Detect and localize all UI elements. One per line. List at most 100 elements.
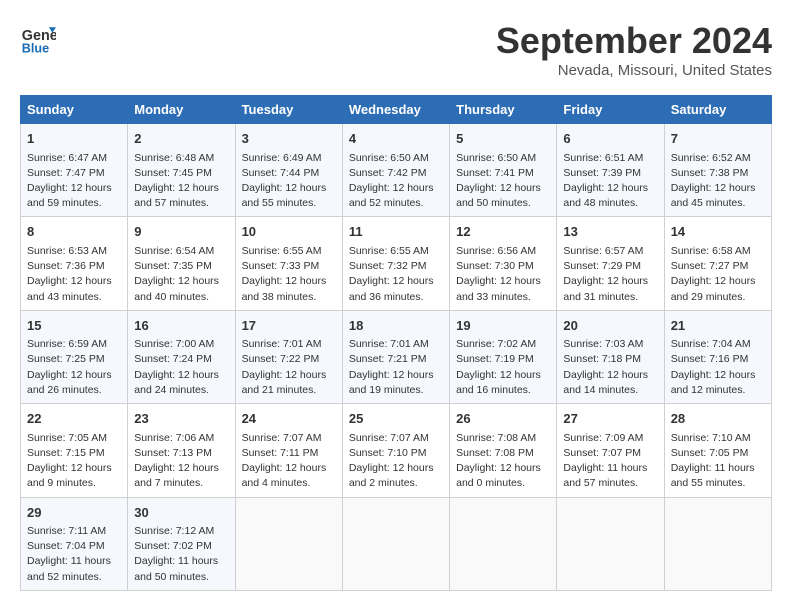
calendar-day-cell: 24Sunrise: 7:07 AM Sunset: 7:11 PM Dayli… — [235, 404, 342, 497]
calendar-day-cell: 9Sunrise: 6:54 AM Sunset: 7:35 PM Daylig… — [128, 217, 235, 310]
calendar-header: Sunday Monday Tuesday Wednesday Thursday… — [21, 96, 772, 124]
day-number: 28 — [671, 409, 765, 429]
calendar-day-cell: 21Sunrise: 7:04 AM Sunset: 7:16 PM Dayli… — [664, 310, 771, 403]
calendar-week-row: 1Sunrise: 6:47 AM Sunset: 7:47 PM Daylig… — [21, 124, 772, 217]
calendar-day-cell — [450, 497, 557, 590]
day-number: 16 — [134, 316, 228, 336]
day-detail: Sunrise: 7:01 AM Sunset: 7:22 PM Dayligh… — [242, 337, 336, 398]
day-detail: Sunrise: 7:00 AM Sunset: 7:24 PM Dayligh… — [134, 337, 228, 398]
day-number: 11 — [349, 222, 443, 242]
calendar-week-row: 15Sunrise: 6:59 AM Sunset: 7:25 PM Dayli… — [21, 310, 772, 403]
day-detail: Sunrise: 7:02 AM Sunset: 7:19 PM Dayligh… — [456, 337, 550, 398]
day-number: 12 — [456, 222, 550, 242]
day-detail: Sunrise: 7:07 AM Sunset: 7:11 PM Dayligh… — [242, 431, 336, 492]
col-friday: Friday — [557, 96, 664, 124]
calendar-body: 1Sunrise: 6:47 AM Sunset: 7:47 PM Daylig… — [21, 124, 772, 591]
calendar-day-cell: 13Sunrise: 6:57 AM Sunset: 7:29 PM Dayli… — [557, 217, 664, 310]
day-number: 14 — [671, 222, 765, 242]
day-detail: Sunrise: 6:59 AM Sunset: 7:25 PM Dayligh… — [27, 337, 121, 398]
calendar-day-cell: 4Sunrise: 6:50 AM Sunset: 7:42 PM Daylig… — [342, 124, 449, 217]
day-detail: Sunrise: 7:07 AM Sunset: 7:10 PM Dayligh… — [349, 431, 443, 492]
calendar-day-cell: 19Sunrise: 7:02 AM Sunset: 7:19 PM Dayli… — [450, 310, 557, 403]
col-sunday: Sunday — [21, 96, 128, 124]
day-number: 19 — [456, 316, 550, 336]
day-detail: Sunrise: 6:47 AM Sunset: 7:47 PM Dayligh… — [27, 151, 121, 212]
day-detail: Sunrise: 6:50 AM Sunset: 7:41 PM Dayligh… — [456, 151, 550, 212]
day-detail: Sunrise: 7:11 AM Sunset: 7:04 PM Dayligh… — [27, 524, 121, 585]
calendar-title: September 2024 — [496, 20, 772, 62]
day-number: 21 — [671, 316, 765, 336]
day-number: 9 — [134, 222, 228, 242]
calendar-day-cell: 12Sunrise: 6:56 AM Sunset: 7:30 PM Dayli… — [450, 217, 557, 310]
day-detail: Sunrise: 6:57 AM Sunset: 7:29 PM Dayligh… — [563, 244, 657, 305]
day-detail: Sunrise: 6:50 AM Sunset: 7:42 PM Dayligh… — [349, 151, 443, 212]
calendar-day-cell: 6Sunrise: 6:51 AM Sunset: 7:39 PM Daylig… — [557, 124, 664, 217]
calendar-day-cell: 17Sunrise: 7:01 AM Sunset: 7:22 PM Dayli… — [235, 310, 342, 403]
logo: General Blue — [20, 20, 56, 56]
day-detail: Sunrise: 6:53 AM Sunset: 7:36 PM Dayligh… — [27, 244, 121, 305]
col-saturday: Saturday — [664, 96, 771, 124]
calendar-day-cell: 22Sunrise: 7:05 AM Sunset: 7:15 PM Dayli… — [21, 404, 128, 497]
calendar-table: Sunday Monday Tuesday Wednesday Thursday… — [20, 95, 772, 591]
day-detail: Sunrise: 6:51 AM Sunset: 7:39 PM Dayligh… — [563, 151, 657, 212]
day-detail: Sunrise: 7:01 AM Sunset: 7:21 PM Dayligh… — [349, 337, 443, 398]
day-number: 17 — [242, 316, 336, 336]
calendar-day-cell: 28Sunrise: 7:10 AM Sunset: 7:05 PM Dayli… — [664, 404, 771, 497]
day-number: 26 — [456, 409, 550, 429]
day-detail: Sunrise: 6:52 AM Sunset: 7:38 PM Dayligh… — [671, 151, 765, 212]
day-number: 25 — [349, 409, 443, 429]
day-number: 10 — [242, 222, 336, 242]
calendar-day-cell: 7Sunrise: 6:52 AM Sunset: 7:38 PM Daylig… — [664, 124, 771, 217]
day-number: 4 — [349, 129, 443, 149]
day-number: 24 — [242, 409, 336, 429]
svg-text:Blue: Blue — [22, 41, 49, 55]
page-header: General Blue September 2024 Nevada, Miss… — [20, 20, 772, 79]
day-number: 2 — [134, 129, 228, 149]
calendar-day-cell: 5Sunrise: 6:50 AM Sunset: 7:41 PM Daylig… — [450, 124, 557, 217]
day-detail: Sunrise: 7:03 AM Sunset: 7:18 PM Dayligh… — [563, 337, 657, 398]
calendar-day-cell: 30Sunrise: 7:12 AM Sunset: 7:02 PM Dayli… — [128, 497, 235, 590]
col-thursday: Thursday — [450, 96, 557, 124]
calendar-day-cell: 29Sunrise: 7:11 AM Sunset: 7:04 PM Dayli… — [21, 497, 128, 590]
calendar-day-cell: 20Sunrise: 7:03 AM Sunset: 7:18 PM Dayli… — [557, 310, 664, 403]
day-number: 18 — [349, 316, 443, 336]
day-number: 22 — [27, 409, 121, 429]
day-number: 13 — [563, 222, 657, 242]
day-detail: Sunrise: 6:48 AM Sunset: 7:45 PM Dayligh… — [134, 151, 228, 212]
calendar-day-cell: 2Sunrise: 6:48 AM Sunset: 7:45 PM Daylig… — [128, 124, 235, 217]
calendar-day-cell: 3Sunrise: 6:49 AM Sunset: 7:44 PM Daylig… — [235, 124, 342, 217]
col-wednesday: Wednesday — [342, 96, 449, 124]
day-number: 3 — [242, 129, 336, 149]
calendar-day-cell: 18Sunrise: 7:01 AM Sunset: 7:21 PM Dayli… — [342, 310, 449, 403]
calendar-day-cell: 25Sunrise: 7:07 AM Sunset: 7:10 PM Dayli… — [342, 404, 449, 497]
day-detail: Sunrise: 7:12 AM Sunset: 7:02 PM Dayligh… — [134, 524, 228, 585]
day-detail: Sunrise: 6:54 AM Sunset: 7:35 PM Dayligh… — [134, 244, 228, 305]
calendar-subtitle: Nevada, Missouri, United States — [496, 62, 772, 79]
calendar-day-cell: 27Sunrise: 7:09 AM Sunset: 7:07 PM Dayli… — [557, 404, 664, 497]
day-detail: Sunrise: 6:55 AM Sunset: 7:33 PM Dayligh… — [242, 244, 336, 305]
day-detail: Sunrise: 7:04 AM Sunset: 7:16 PM Dayligh… — [671, 337, 765, 398]
calendar-day-cell: 26Sunrise: 7:08 AM Sunset: 7:08 PM Dayli… — [450, 404, 557, 497]
title-block: September 2024 Nevada, Missouri, United … — [496, 20, 772, 79]
calendar-day-cell: 23Sunrise: 7:06 AM Sunset: 7:13 PM Dayli… — [128, 404, 235, 497]
calendar-week-row: 22Sunrise: 7:05 AM Sunset: 7:15 PM Dayli… — [21, 404, 772, 497]
day-detail: Sunrise: 7:09 AM Sunset: 7:07 PM Dayligh… — [563, 431, 657, 492]
calendar-day-cell — [557, 497, 664, 590]
day-detail: Sunrise: 6:55 AM Sunset: 7:32 PM Dayligh… — [349, 244, 443, 305]
day-number: 7 — [671, 129, 765, 149]
day-number: 8 — [27, 222, 121, 242]
calendar-day-cell: 11Sunrise: 6:55 AM Sunset: 7:32 PM Dayli… — [342, 217, 449, 310]
day-number: 29 — [27, 503, 121, 523]
logo-icon: General Blue — [20, 20, 56, 56]
day-detail: Sunrise: 6:56 AM Sunset: 7:30 PM Dayligh… — [456, 244, 550, 305]
calendar-week-row: 8Sunrise: 6:53 AM Sunset: 7:36 PM Daylig… — [21, 217, 772, 310]
day-number: 23 — [134, 409, 228, 429]
day-detail: Sunrise: 7:05 AM Sunset: 7:15 PM Dayligh… — [27, 431, 121, 492]
calendar-day-cell: 14Sunrise: 6:58 AM Sunset: 7:27 PM Dayli… — [664, 217, 771, 310]
col-tuesday: Tuesday — [235, 96, 342, 124]
day-number: 27 — [563, 409, 657, 429]
calendar-day-cell — [664, 497, 771, 590]
day-detail: Sunrise: 7:10 AM Sunset: 7:05 PM Dayligh… — [671, 431, 765, 492]
day-number: 30 — [134, 503, 228, 523]
day-detail: Sunrise: 7:06 AM Sunset: 7:13 PM Dayligh… — [134, 431, 228, 492]
